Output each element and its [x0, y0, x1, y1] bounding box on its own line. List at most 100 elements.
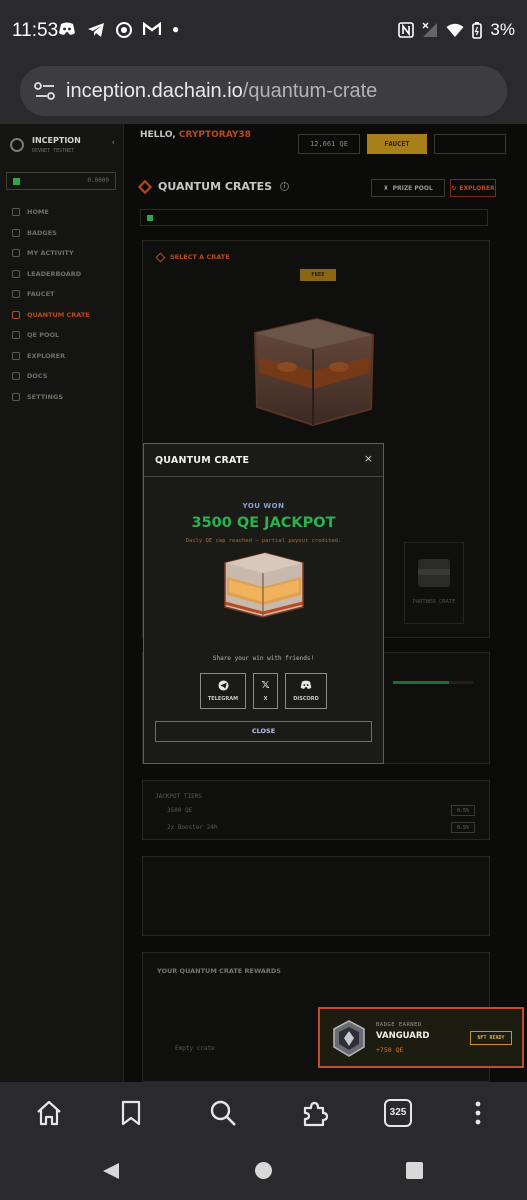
crate-info-panel: [142, 856, 490, 936]
url-text[interactable]: inception.dachain.io/quantum-crate: [66, 80, 377, 103]
jackpot-row-tag: 0.5%: [451, 805, 475, 816]
site-settings-icon[interactable]: [34, 82, 56, 100]
telegram-notification-icon: [88, 23, 104, 37]
inception-logo-icon: [10, 138, 24, 152]
back-icon[interactable]: [101, 1161, 121, 1181]
share-telegram-button[interactable]: TELEGRAM: [200, 673, 246, 709]
greeting: HELLO, CRYPTORAY38: [140, 130, 251, 140]
sidebar-item-settings[interactable]: SETTINGS: [12, 387, 120, 408]
cube-icon: [155, 252, 166, 262]
sidebar-item-docs[interactable]: DOCS: [12, 366, 120, 387]
discord-icon: [286, 680, 326, 693]
share-prompt: Share your win with friends!: [212, 655, 315, 662]
sidebar-item-qe-pool[interactable]: QE POOL: [12, 325, 120, 346]
sidebar-item-label: DOCS: [27, 372, 48, 381]
network-status: 0.0000: [6, 172, 116, 190]
explorer-label: EXPLORER: [459, 184, 495, 192]
sidebar-item-faucet[interactable]: FAUCET: [12, 284, 120, 305]
faucet-button[interactable]: FAUCET: [367, 134, 427, 154]
payout-note: Daily QE cap reached — partial payout cr…: [185, 538, 342, 544]
badge-icon: [12, 228, 20, 237]
status-bar: 11:53 ● 3%: [0, 0, 527, 62]
close-button[interactable]: CLOSE: [155, 721, 372, 742]
jackpot-tiers-panel: JACKPOT TIERS 3500 QE 0.5% 2x Booster 24…: [142, 780, 490, 840]
sidebar-item-quantum-crate[interactable]: QUANTUM CRATE: [12, 305, 120, 326]
recents-icon[interactable]: [405, 1161, 424, 1180]
sidebar-item-my-activity[interactable]: MY ACTIVITY: [12, 243, 120, 264]
quantum-crate-image[interactable]: [247, 311, 379, 429]
droplet-icon: [12, 290, 20, 299]
share-discord-label: DISCORD: [293, 696, 319, 702]
search-icon[interactable]: [209, 1099, 237, 1127]
browser-address-area: inception.dachain.io/quantum-crate: [0, 62, 527, 124]
opened-crate-image: [224, 552, 304, 618]
vanguard-badge-icon: [333, 1020, 365, 1057]
status-dot-icon: [147, 214, 153, 221]
sidebar-item-label: SETTINGS: [27, 392, 64, 401]
sidebar-item-label: MY ACTIVITY: [27, 249, 74, 258]
jackpot-row-label: 2x Booster 24h: [167, 824, 218, 831]
gear-icon: [12, 392, 20, 401]
home-nav-icon[interactable]: [254, 1161, 273, 1180]
explorer-button[interactable]: ↻ EXPLORER: [450, 179, 496, 197]
partner-crate-card[interactable]: PARTNER CRATE: [404, 542, 464, 624]
odds-bar: [393, 681, 473, 684]
you-won-label: YOU WON: [242, 502, 285, 510]
sidebar-item-badges[interactable]: BADGES: [12, 223, 120, 244]
greeting-text: HELLO,: [140, 130, 179, 140]
sidebar-item-label: QE POOL: [27, 331, 60, 340]
x-icon: 𝕏: [261, 680, 270, 691]
quantum-cube-icon: [137, 179, 153, 194]
prize-pool-button[interactable]: ♜ PRIZE POOL: [371, 179, 445, 197]
prize-text: 3500 QE JACKPOT: [191, 515, 336, 531]
sidebar-item-label: HOME: [27, 208, 49, 217]
info-icon[interactable]: i: [280, 182, 290, 191]
crate-status-strip: [140, 209, 488, 226]
close-icon[interactable]: ×: [364, 452, 373, 465]
badge-earned-toast[interactable]: BADGE EARNED VANGUARD +750 QE NFT READY: [318, 1007, 524, 1068]
notification-icons: ●: [58, 22, 179, 38]
share-discord-button[interactable]: DISCORD: [285, 673, 327, 709]
sidebar-item-home[interactable]: HOME: [12, 202, 120, 223]
select-crate-label: SELECT A CRATE: [155, 252, 230, 262]
partner-crate-label: PARTNER CRATE: [412, 599, 456, 605]
document-icon: [12, 372, 20, 381]
nfc-icon: [398, 22, 415, 38]
extensions-icon[interactable]: [301, 1099, 329, 1127]
cube-icon: [12, 310, 20, 319]
refresh-icon: ↻: [451, 184, 457, 192]
bookmark-icon[interactable]: [117, 1099, 145, 1127]
partner-crate-image: [418, 559, 450, 587]
select-crate-text: SELECT A CRATE: [170, 253, 230, 261]
more-notifications-dot-icon: ●: [172, 22, 180, 36]
wallet-button[interactable]: [434, 134, 506, 154]
discord-notification-icon: [59, 22, 75, 35]
network-value: 0.0000: [87, 177, 109, 184]
cell-signal-off-icon: [422, 22, 438, 37]
activity-icon: [12, 249, 20, 258]
nft-ready-badge: NFT READY: [470, 1031, 512, 1045]
more-options-icon[interactable]: [464, 1099, 492, 1127]
telegram-icon: [201, 680, 245, 694]
trophy-icon: [12, 269, 20, 278]
sidebar-item-explorer[interactable]: EXPLORER: [12, 346, 120, 367]
sidebar-item-leaderboard[interactable]: LEADERBOARD: [12, 264, 120, 285]
qe-balance: 12,661 QE: [298, 134, 360, 154]
system-icons: 3%: [398, 20, 515, 40]
page-title: QUANTUM CRATES i: [137, 179, 290, 194]
sidebar-item-label: QUANTUM CRATE: [27, 310, 90, 319]
pool-icon: [12, 331, 20, 340]
tab-switcher-button[interactable]: 325: [384, 1099, 412, 1127]
share-telegram-label: TELEGRAM: [207, 696, 239, 702]
home-icon[interactable]: [35, 1099, 63, 1127]
share-x-button[interactable]: 𝕏 X: [253, 673, 278, 709]
address-bar[interactable]: inception.dachain.io/quantum-crate: [20, 66, 507, 116]
rewards-title: YOUR QUANTUM CRATE REWARDS: [157, 967, 281, 975]
collapse-sidebar-icon[interactable]: ‹: [111, 138, 116, 148]
home-icon: [12, 208, 20, 217]
sidebar-item-label: LEADERBOARD: [27, 269, 82, 278]
crate-result-modal: QUANTUM CRATE × YOU WON 3500 QE JACKPOT …: [143, 443, 384, 764]
url-path: /quantum-crate: [242, 79, 378, 102]
browser-toolbar: 325: [0, 1082, 527, 1144]
badge-name: VANGUARD: [376, 1031, 430, 1041]
